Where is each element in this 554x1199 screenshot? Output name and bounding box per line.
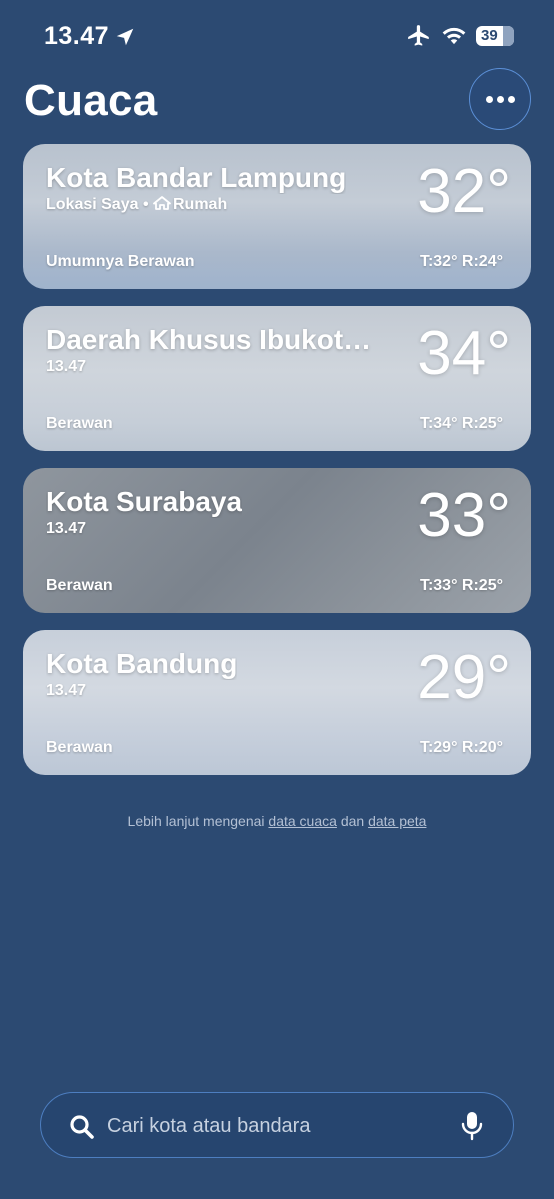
city-temperature: 33° (417, 481, 511, 550)
airplane-icon (408, 25, 429, 46)
my-location-label: Lokasi Saya • (46, 196, 149, 213)
microphone-icon[interactable] (461, 1111, 483, 1141)
ellipsis-icon (485, 95, 493, 103)
city-high-low: T:29° R:20° (419, 739, 503, 756)
city-card-bandar-lampung[interactable]: Kota Bandar Lampung Lokasi Saya • Rumah … (23, 144, 531, 289)
city-temperature: 34° (417, 319, 511, 388)
search-icon (70, 1115, 94, 1139)
city-name: Kota Bandar Lampung (46, 162, 347, 193)
city-card-surabaya[interactable]: Kota Surabaya 13.47 33° Berawan T:33° R:… (23, 468, 531, 613)
footer-prefix: Lebih lanjut mengenai (127, 813, 265, 829)
city-local-time: 13.47 (46, 520, 87, 537)
city-condition: Berawan (46, 577, 113, 594)
city-name: Kota Bandung (46, 648, 238, 679)
city-card-jakarta[interactable]: Daerah Khusus Ibukota Jakarta 13.47 34° … (23, 306, 531, 451)
footer-conj: dan (340, 813, 365, 829)
search-bar[interactable] (40, 1092, 514, 1158)
city-high-low: T:34° R:25° (419, 415, 503, 432)
battery-level: 39 (481, 27, 498, 44)
city-subtitle: Lokasi Saya • Rumah (46, 196, 227, 214)
city-temperature: 32° (417, 157, 511, 226)
page-title: Cuaca (24, 76, 158, 125)
status-bar: 13.47 39 (0, 0, 554, 70)
city-temperature: 29° (417, 643, 511, 712)
city-name: Kota Surabaya (46, 486, 243, 517)
city-high-low: T:33° R:25° (419, 577, 503, 594)
city-high-low: T:32° R:24° (419, 253, 503, 270)
city-local-time: 13.47 (46, 682, 87, 699)
city-card-bandung[interactable]: Kota Bandung 13.47 29° Berawan T:29° R:2… (23, 630, 531, 775)
home-icon (153, 196, 171, 210)
city-local-time: 13.47 (46, 358, 87, 375)
map-data-link[interactable]: data peta (368, 813, 426, 829)
battery-indicator: 39 (476, 26, 514, 46)
city-condition: Umumnya Berawan (46, 253, 195, 270)
data-source-note: Lebih lanjut mengenai data cuaca dan dat… (0, 813, 554, 829)
more-options-button[interactable] (469, 68, 531, 130)
location-arrow-icon (116, 28, 134, 46)
weather-data-link[interactable]: data cuaca (268, 813, 337, 829)
search-input[interactable] (107, 1113, 427, 1139)
city-name: Daerah Khusus Ibukota Jakarta (46, 324, 386, 355)
home-label: Rumah (173, 196, 228, 213)
city-condition: Berawan (46, 415, 113, 432)
status-time: 13.47 (44, 22, 110, 50)
city-condition: Berawan (46, 739, 113, 756)
wifi-icon (442, 27, 466, 45)
